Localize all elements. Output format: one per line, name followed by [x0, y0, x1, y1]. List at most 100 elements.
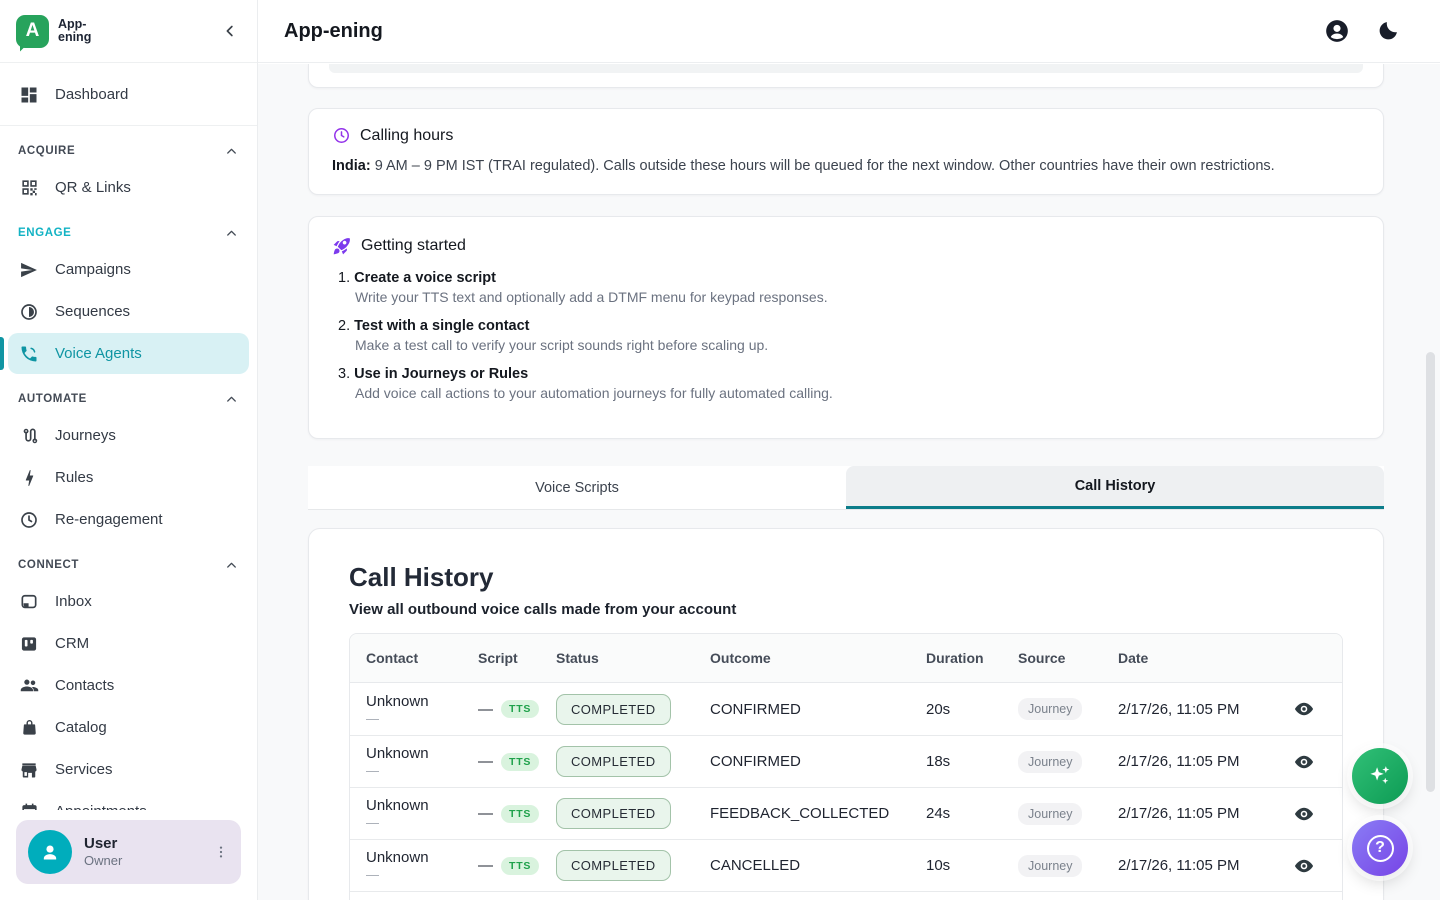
sidebar-item-journeys[interactable]: Journeys	[8, 415, 249, 456]
table-row: Unknown — — TTS COMPLETED CONFIRMED 20s	[350, 683, 1342, 735]
sidebar-item-label: Dashboard	[55, 86, 128, 103]
getting-started-steps: 1. Create a voice script Write your TTS …	[332, 270, 1360, 401]
cell-outcome: FEEDBACK_COLLECTED	[710, 805, 926, 822]
cell-source: Journey	[1018, 751, 1118, 773]
active-indicator	[0, 337, 4, 370]
scrollbar-thumb[interactable]	[1426, 352, 1435, 792]
table-row: Unknown — — TTS FAILED NO_ANSWER 30s	[350, 891, 1342, 900]
storefront-icon	[18, 759, 40, 781]
cell-date: 2/17/26, 11:05 PM	[1118, 701, 1282, 718]
sidebar-collapse-button[interactable]	[221, 22, 239, 40]
dark-mode-toggle[interactable]	[1376, 19, 1400, 43]
user-menu-button[interactable]	[213, 844, 229, 860]
sidebar-section-engage[interactable]: ENGAGE	[18, 221, 239, 245]
tab-voice-scripts[interactable]: Voice Scripts	[308, 466, 846, 509]
step-title: Create a voice script	[354, 270, 496, 286]
source-badge: Journey	[1018, 751, 1082, 773]
table-row: Unknown — — TTS COMPLETED FEEDBACK_COLLE…	[350, 787, 1342, 839]
table-row: Unknown — — TTS COMPLETED CANCELLED 10s	[350, 839, 1342, 891]
section-label: ENGAGE	[18, 227, 71, 239]
sidebar-item-label: Inbox	[55, 593, 92, 610]
call-history-title: Call History	[349, 562, 1343, 593]
previous-card-inner	[329, 64, 1363, 73]
cell-script: — TTS	[478, 700, 556, 718]
step-number: 3.	[338, 366, 350, 382]
sequence-contrast-icon	[18, 301, 40, 323]
cell-contact: Unknown —	[366, 849, 478, 882]
sidebar-item-crm[interactable]: CRM	[8, 623, 249, 664]
section-label: CONNECT	[18, 559, 79, 571]
tts-badge: TTS	[501, 700, 539, 718]
question-mark-icon: ?	[1367, 835, 1394, 862]
user-avatar	[28, 830, 72, 874]
cell-duration: 20s	[926, 701, 1018, 718]
shopping-bag-icon	[18, 717, 40, 739]
sidebar-item-inbox[interactable]: Inbox	[8, 581, 249, 622]
sidebar-item-label: Campaigns	[55, 261, 131, 278]
moon-icon	[1376, 19, 1400, 43]
view-call-button[interactable]	[1293, 855, 1315, 877]
cell-status: COMPLETED	[556, 694, 710, 725]
cell-outcome: CONFIRMED	[710, 753, 926, 770]
view-call-button[interactable]	[1293, 803, 1315, 825]
clock-icon	[332, 126, 351, 145]
eye-icon	[1293, 751, 1315, 773]
sidebar-section-connect[interactable]: CONNECT	[18, 553, 239, 577]
sidebar-item-rules[interactable]: Rules	[8, 457, 249, 498]
sidebar-item-voice-agents[interactable]: Voice Agents	[8, 333, 249, 374]
sidebar-item-reengagement[interactable]: Re-engagement	[8, 499, 249, 540]
ai-assistant-button[interactable]	[1352, 748, 1408, 804]
cell-duration: 18s	[926, 753, 1018, 770]
getting-started-step: 1. Create a voice script Write your TTS …	[332, 270, 1360, 305]
sidebar-item-sequences[interactable]: Sequences	[8, 291, 249, 332]
col-script: Script	[478, 650, 556, 666]
chevron-up-icon	[224, 144, 239, 159]
sidebar-item-campaigns[interactable]: Campaigns	[8, 249, 249, 290]
sidebar-item-contacts[interactable]: Contacts	[8, 665, 249, 706]
sidebar-item-appointments[interactable]: Appointments	[8, 791, 249, 810]
sidebar-item-qr-links[interactable]: QR & Links	[8, 167, 249, 208]
cell-date: 2/17/26, 11:05 PM	[1118, 857, 1282, 874]
inbox-chat-icon	[18, 591, 40, 613]
cell-duration: 24s	[926, 805, 1018, 822]
call-history-panel: Call History View all outbound voice cal…	[308, 528, 1384, 900]
step-description: Write your TTS text and optionally add a…	[355, 289, 1360, 305]
calling-hours-label: India:	[332, 158, 371, 174]
cell-source: Journey	[1018, 855, 1118, 877]
eye-icon	[1293, 803, 1315, 825]
sidebar-item-label: CRM	[55, 635, 89, 652]
view-call-button[interactable]	[1293, 751, 1315, 773]
cell-status: COMPLETED	[556, 798, 710, 829]
chevron-up-icon	[224, 226, 239, 241]
cell-date: 2/17/26, 11:05 PM	[1118, 805, 1282, 822]
col-outcome: Outcome	[710, 650, 926, 666]
help-button[interactable]: ?	[1352, 820, 1408, 876]
cell-contact: Unknown —	[366, 693, 478, 726]
cell-source: Journey	[1018, 803, 1118, 825]
sidebar-item-catalog[interactable]: Catalog	[8, 707, 249, 748]
section-label: ACQUIRE	[18, 145, 75, 157]
user-role: Owner	[84, 853, 122, 869]
tab-bar: Voice Scripts Call History	[308, 466, 1384, 510]
calling-hours-card: Calling hours India: 9 AM – 9 PM IST (TR…	[308, 108, 1384, 195]
getting-started-card: Getting started 1. Create a voice script…	[308, 216, 1384, 439]
app-logo-icon: A	[16, 15, 49, 48]
cell-status: COMPLETED	[556, 746, 710, 777]
sidebar-item-services[interactable]: Services	[8, 749, 249, 790]
previous-card-peek	[308, 64, 1384, 88]
sidebar-section-acquire[interactable]: ACQUIRE	[18, 139, 239, 163]
user-card[interactable]: User Owner	[16, 820, 241, 884]
view-call-button[interactable]	[1293, 698, 1315, 720]
dots-vertical-icon	[213, 844, 229, 860]
col-status: Status	[556, 650, 710, 666]
sidebar-section-automate[interactable]: AUTOMATE	[18, 387, 239, 411]
tab-call-history[interactable]: Call History	[846, 466, 1384, 509]
step-number: 1.	[338, 270, 350, 286]
sidebar-item-label: Services	[55, 761, 113, 778]
sidebar-item-label: Sequences	[55, 303, 130, 320]
eye-icon	[1293, 855, 1315, 877]
tts-badge: TTS	[501, 805, 539, 823]
sidebar: A App- ening Dashboard ACQUIRE QR & Link…	[0, 0, 258, 900]
sidebar-item-dashboard[interactable]: Dashboard	[8, 74, 249, 115]
account-circle-button[interactable]	[1324, 18, 1350, 44]
